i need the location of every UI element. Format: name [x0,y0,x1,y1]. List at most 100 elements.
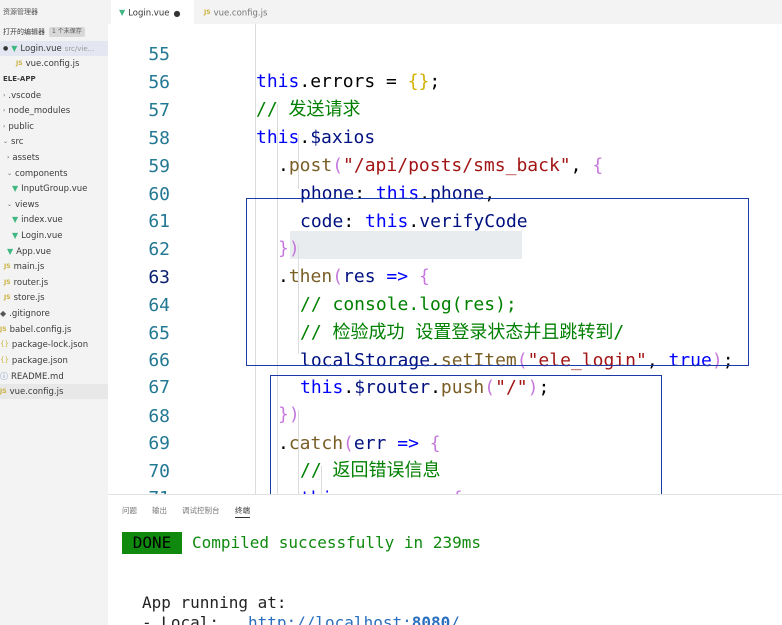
local-label: - Local: [142,613,248,625]
local-line: - Local: http://localhost:8080/ [142,613,460,625]
tree-item-node-modules[interactable]: › node_modules [0,103,108,118]
tab-label: vue.config.js [213,8,268,19]
compiled-message: Compiled successfully in 239ms [192,533,481,552]
tree-item-vscode[interactable]: › .vscode [0,88,108,103]
open-editor-vue-config[interactable]: JS vue.config.js [0,56,108,71]
tab-vue-config[interactable]: JS vue.config.js [196,0,286,24]
vue-file-icon: ▼ [12,215,19,224]
info-file-icon: ⓘ [0,372,8,381]
open-editor-login-vue[interactable]: ● ▼ Login.vue src/vie... [0,41,108,56]
tree-item-label: store.js [13,293,45,303]
tree-item-main-js[interactable]: JS main.js [0,259,108,274]
tree-item-readme[interactable]: ⓘ README.md [0,369,108,384]
tree-item-label: index.vue [21,215,63,225]
chevron-right-icon: › [3,123,6,130]
unsaved-dot-icon[interactable]: ● [173,9,180,18]
tree-item-package-lock[interactable]: {} package-lock.json [0,337,108,352]
chevron-right-icon: › [7,154,10,161]
tree-item-public[interactable]: › public [0,119,108,134]
chevron-right-icon: › [3,107,6,114]
js-file-icon: JS [16,60,23,67]
chevron-down-icon: ⌄ [7,201,13,208]
tree-item-label: views [15,200,40,210]
tree-item-label: package.json [11,356,68,366]
tree-item-label: InputGroup.vue [21,184,88,194]
js-file-icon: JS [0,326,7,333]
tree-item-label: .vscode [8,91,42,101]
unsaved-badge: 1 个未保存 [49,27,85,37]
vue-file-icon: ▼ [7,247,14,256]
panel-tab-debug-console[interactable]: 调试控制台 [182,505,220,516]
explorer-title: 资源管理器 [3,8,38,16]
tree-item-components[interactable]: ⌄ components [0,166,108,181]
open-editor-path: src/vie... [64,45,95,53]
tab-login-vue[interactable]: ▼ Login.vue ● [111,0,194,24]
tree-item-app-vue[interactable]: ▼ App.vue [0,244,108,259]
chevron-right-icon: › [3,92,6,99]
tab-label: Login.vue [128,8,170,19]
open-editor-label: vue.config.js [25,59,80,69]
tree-item-babel-config[interactable]: JS babel.config.js [0,322,108,337]
tree-item-gitignore[interactable]: ◆ .gitignore [0,306,108,321]
git-file-icon: ◆ [0,309,7,318]
tree-item-views[interactable]: ⌄ views [0,197,108,212]
tree-item-label: README.md [11,372,64,382]
terminal-panel: 问题 输出 调试控制台 终端 DONE Compiled successfull… [108,494,782,625]
tree-item-label: components [15,169,68,179]
tree-item-vue-config[interactable]: JS vue.config.js [0,384,108,399]
modified-dot-icon: ● [3,45,9,52]
panel-tab-terminal[interactable]: 终端 [235,505,250,518]
json-file-icon: {} [0,340,9,348]
tree-item-label: Login.vue [21,231,63,241]
open-editor-label: Login.vue [20,44,62,54]
panel-tab-problems[interactable]: 问题 [122,505,137,516]
panel-tab-output[interactable]: 输出 [152,505,167,516]
tree-item-store-js[interactable]: JS store.js [0,290,108,305]
open-editors-header[interactable]: 打开的编辑器 1 个未保存 [0,25,108,40]
local-port[interactable]: 8080 [412,613,451,625]
explorer-sidebar: 资源管理器 打开的编辑器 1 个未保存 ● ▼ Login.vue src/vie...… [0,0,108,625]
tree-item-inputgroup-vue[interactable]: ▼ InputGroup.vue [0,181,108,196]
js-file-icon: JS [4,294,11,301]
tree-item-label: babel.config.js [9,325,72,335]
js-file-icon: JS [4,263,11,270]
editor-tab-bar: ▼ Login.vue ● JS vue.config.js [108,0,782,24]
local-url-tail[interactable]: / [450,613,460,625]
annotation-box-then [246,198,749,366]
tree-item-label: main.js [13,262,45,272]
tree-item-login-vue[interactable]: ▼ Login.vue [0,228,108,243]
tree-item-label: .gitignore [9,309,50,319]
tree-item-assets[interactable]: › assets [0,150,108,165]
vue-file-icon: ▼ [11,44,18,53]
tree-item-label: package-lock.json [11,340,89,350]
code-line: 55 this.errors = {}; [108,24,782,92]
tree-item-label: src [11,137,24,147]
json-file-icon: {} [0,356,9,364]
tree-item-router-js[interactable]: JS router.js [0,275,108,290]
code-line: 59 phone: this.phone, [108,126,782,204]
js-file-icon: JS [0,388,7,395]
tree-item-package-json[interactable]: {} package.json [0,353,108,368]
project-header[interactable]: ELE-APP [0,72,108,87]
js-file-icon: JS [4,279,11,286]
tree-item-index-vue[interactable]: ▼ index.vue [0,212,108,227]
code-line: 57 this.$axios [108,70,782,148]
code-line: 60 code: this.verifyCode [108,154,782,232]
tree-item-src[interactable]: ⌄ src [0,134,108,149]
chevron-down-icon: ⌄ [7,170,13,177]
js-file-icon: JS [204,9,211,16]
tree-item-label: vue.config.js [9,387,64,397]
tree-item-label: public [8,122,34,132]
app-running-text: App running at: [142,593,287,612]
tree-item-label: assets [12,153,40,163]
vue-file-icon: ▼ [12,184,19,193]
vue-file-icon: ▼ [119,8,126,17]
code-line: 56 // 发送请求 [108,42,782,120]
done-badge: DONE [122,532,182,554]
tree-item-label: node_modules [8,106,71,116]
tree-item-label: router.js [13,278,49,288]
code-line: 58 .post("/api/posts/sms_back", { [108,98,782,176]
open-editors-label: 打开的编辑器 [3,28,45,36]
chevron-down-icon: ⌄ [3,138,9,145]
local-url[interactable]: http://localhost: [248,613,412,625]
